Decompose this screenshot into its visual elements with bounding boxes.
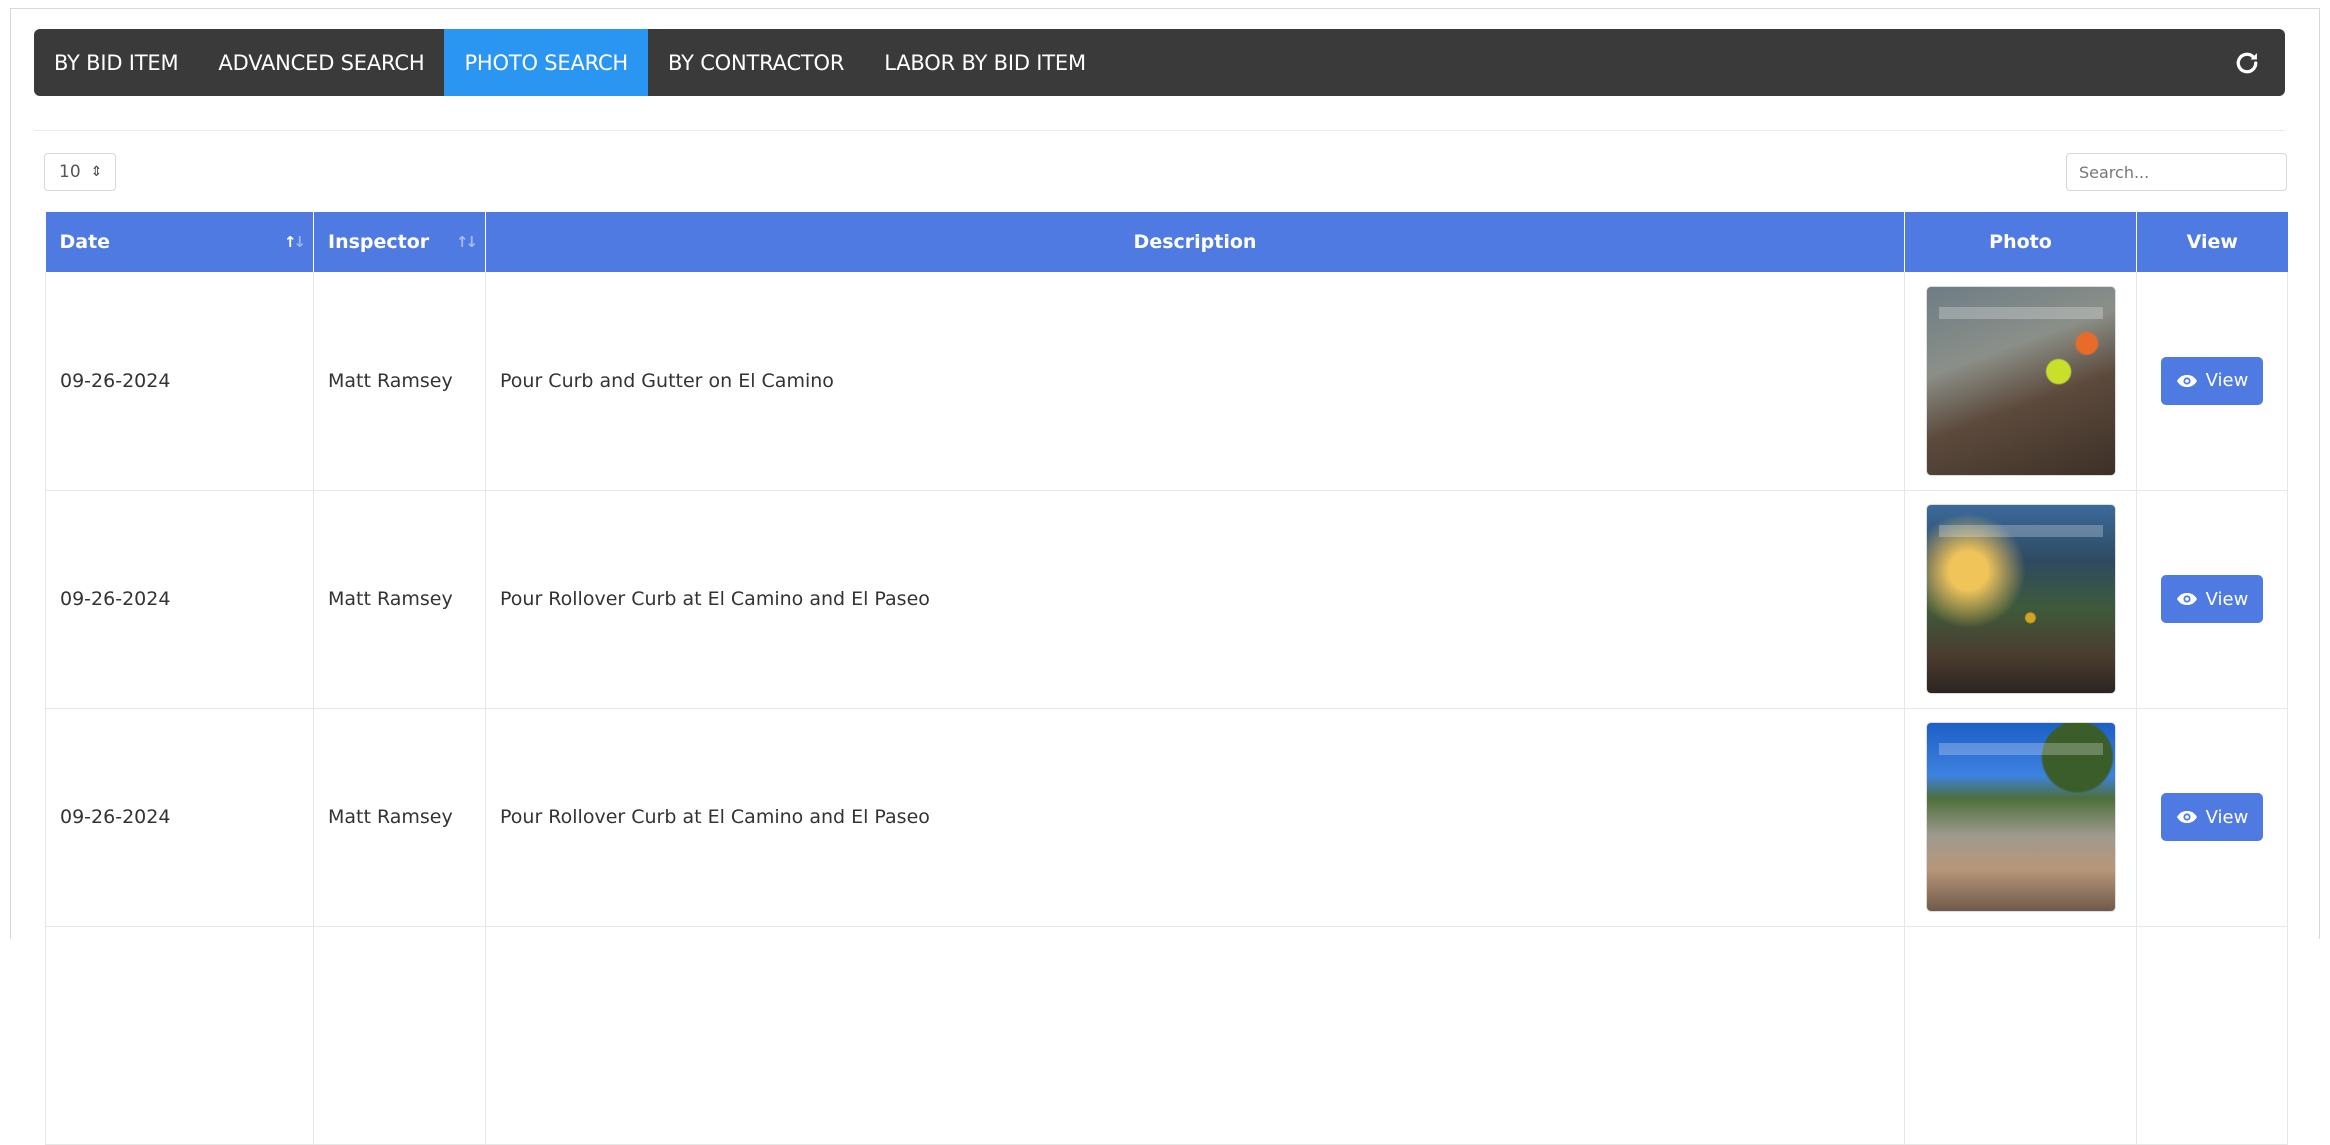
cell-photo — [1904, 490, 2137, 709]
cell-view: View — [2136, 490, 2288, 709]
cell-photo — [1904, 272, 2137, 491]
refresh-icon[interactable] — [2233, 49, 2261, 77]
table-row: 09-26-2024 Matt Ramsey Pour Rollover Cur… — [45, 490, 2288, 709]
cell-view: View — [2136, 272, 2288, 491]
eye-icon — [2176, 374, 2197, 387]
cell-description: Pour Rollover Curb at El Camino and El P… — [485, 708, 1905, 927]
eye-icon — [2176, 593, 2197, 605]
search-input[interactable] — [2066, 153, 2287, 191]
cell-photo — [1904, 708, 2137, 927]
view-button[interactable]: View — [2161, 356, 2263, 405]
column-header-inspector[interactable]: Inspector ↑↓ — [313, 212, 486, 272]
table-row-partial — [45, 926, 2288, 1145]
column-header-view: View — [2136, 212, 2288, 272]
photo-thumbnail[interactable] — [1926, 723, 2115, 911]
top-nav: BY BID ITEM ADVANCED SEARCH PHOTO SEARCH… — [34, 29, 2285, 96]
cell-date: 09-26-2024 — [45, 708, 314, 927]
column-header-description: Description — [485, 212, 1905, 272]
eye-icon — [2176, 811, 2197, 823]
column-header-date[interactable]: Date ↑↓ — [45, 212, 314, 272]
tab-advanced-search[interactable]: ADVANCED SEARCH — [198, 29, 444, 96]
cell-date: 09-26-2024 — [45, 490, 314, 709]
column-header-photo: Photo — [1904, 212, 2137, 272]
cell-description: Pour Curb and Gutter on El Camino — [485, 272, 1905, 491]
tab-photo-search[interactable]: PHOTO SEARCH — [444, 29, 649, 96]
tab-labor-by-bid-item[interactable]: LABOR BY BID ITEM — [864, 29, 1106, 96]
cell-inspector: Matt Ramsey — [313, 272, 486, 491]
page-length-value: 10 — [59, 162, 81, 182]
view-button[interactable]: View — [2161, 793, 2263, 841]
view-button[interactable]: View — [2161, 575, 2263, 623]
tab-by-contractor[interactable]: BY CONTRACTOR — [648, 29, 864, 96]
photo-thumbnail[interactable] — [1926, 286, 2115, 475]
tab-by-bid-item[interactable]: BY BID ITEM — [34, 29, 198, 96]
sort-icon: ↑↓ — [283, 233, 306, 251]
table-row: 09-26-2024 Matt Ramsey Pour Curb and Gut… — [45, 272, 2288, 491]
chevron-updown-icon: ⇕ — [90, 164, 103, 180]
cell-inspector: Matt Ramsey — [313, 490, 486, 709]
cell-inspector: Matt Ramsey — [313, 708, 486, 927]
page-length-select[interactable]: 10 ⇕ — [44, 153, 116, 191]
cell-view: View — [2136, 708, 2288, 927]
photo-thumbnail[interactable] — [1926, 505, 2115, 693]
photo-table: Date ↑↓ Inspector ↑↓ Description Photo V… — [45, 212, 2288, 1145]
table-row: 09-26-2024 Matt Ramsey Pour Rollover Cur… — [45, 708, 2288, 927]
cell-description: Pour Rollover Curb at El Camino and El P… — [485, 490, 1905, 709]
sort-icon: ↑↓ — [455, 233, 478, 251]
cell-date: 09-26-2024 — [45, 272, 314, 491]
table-header-row: Date ↑↓ Inspector ↑↓ Description Photo V… — [45, 212, 2288, 272]
